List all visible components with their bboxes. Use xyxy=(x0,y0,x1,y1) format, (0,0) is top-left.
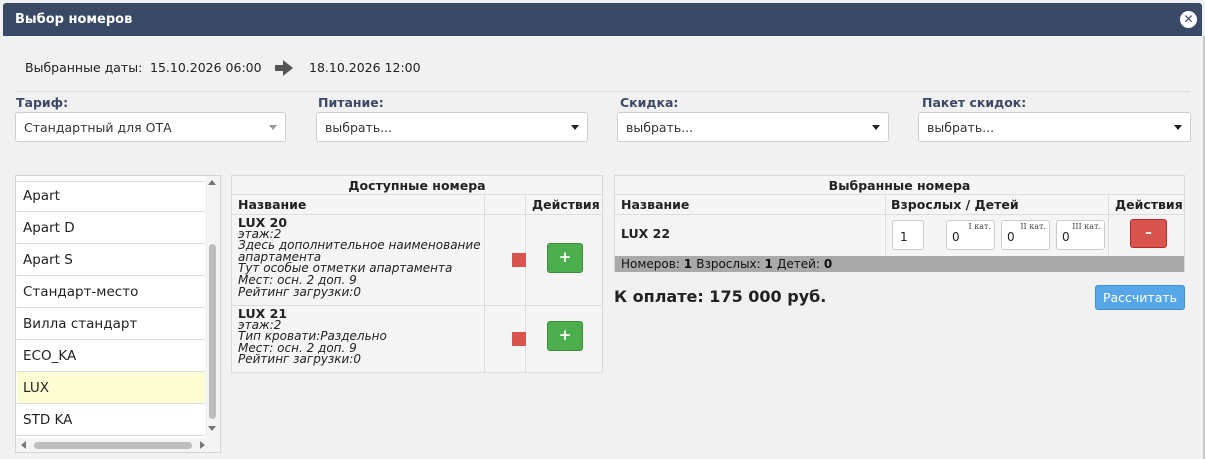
divider xyxy=(885,194,886,256)
divider xyxy=(1108,194,1109,256)
discount-package-value: выбрать... xyxy=(927,120,995,135)
vertical-scrollbar[interactable] xyxy=(205,176,220,438)
calculate-button[interactable]: Рассчитать xyxy=(1095,285,1185,310)
divider xyxy=(15,91,1190,92)
add-room-button[interactable]: + xyxy=(547,321,583,351)
list-item[interactable]: Стандарт-место xyxy=(17,276,206,308)
rooms-count-label: Номеров: xyxy=(621,257,684,271)
adults-count: 1 xyxy=(764,257,778,271)
discount-label: Скидка: xyxy=(620,95,679,110)
tariff-label: Тариф: xyxy=(16,95,69,110)
chevron-down-icon xyxy=(1174,125,1182,130)
status-indicator xyxy=(512,253,526,267)
col-name-header: Название xyxy=(238,197,307,212)
children-cat2-input[interactable]: II кат. 0 xyxy=(1001,220,1050,250)
scroll-thumb[interactable] xyxy=(34,442,192,449)
tariff-select[interactable]: Стандартный для ОТА xyxy=(15,112,286,142)
col-guests-header: Взрослых / Детей xyxy=(891,197,1019,212)
discount-select[interactable]: выбрать... xyxy=(617,112,889,142)
divider xyxy=(232,305,602,306)
remove-room-button[interactable]: – xyxy=(1130,219,1167,248)
children-count: 0 xyxy=(823,257,833,271)
cat-value: 0 xyxy=(1062,230,1070,244)
list-item[interactable]: Apart D xyxy=(17,212,206,244)
status-indicator xyxy=(512,332,526,346)
horizontal-scrollbar[interactable] xyxy=(16,438,220,452)
room-rating: Рейтинг загрузки:0 xyxy=(238,352,362,367)
add-room-button[interactable]: + xyxy=(547,243,583,273)
divider xyxy=(232,214,602,215)
list-item[interactable]: Apart S xyxy=(17,244,206,276)
adults-count-label: Взрослых: xyxy=(696,257,765,271)
selected-rooms-caption: Выбранные номера xyxy=(828,178,971,193)
table-row: LUX 21 этаж:2 Тип кровати:Раздельно Мест… xyxy=(238,307,387,367)
arrow-right-icon xyxy=(275,60,293,76)
list-item[interactable]: Вилла стандарт xyxy=(17,308,206,340)
col-actions-header: Действия xyxy=(1115,197,1183,212)
cat-label: II кат. xyxy=(1020,222,1046,231)
list-item[interactable]: ECO_KA xyxy=(17,340,206,372)
table-row: LUX 20 этаж:2 Здесь дополнительное наиме… xyxy=(238,216,481,299)
meal-value: выбрать... xyxy=(325,120,393,135)
cat-label: I кат. xyxy=(968,222,991,231)
cat-value: 0 xyxy=(952,230,960,244)
dialog-titlebar: Выбор номеров ✕ xyxy=(3,3,1202,36)
scroll-right-icon[interactable] xyxy=(200,441,205,449)
col-name-header: Название xyxy=(621,197,690,212)
chevron-down-icon xyxy=(571,125,579,130)
children-count-label: Детей: xyxy=(777,257,824,271)
cat-value: 0 xyxy=(1007,230,1015,244)
meal-label: Питание: xyxy=(318,95,384,110)
date-from: 15.10.2026 06:00 xyxy=(150,60,262,75)
date-to: 18.10.2026 12:00 xyxy=(309,60,421,75)
list-item[interactable]: Apart xyxy=(17,180,206,212)
discount-value: выбрать... xyxy=(626,120,694,135)
selection-summary: Номеров: 1 Взрослых: 1 Детей: 0 xyxy=(615,256,1184,272)
chevron-down-icon xyxy=(269,125,277,130)
scroll-thumb[interactable] xyxy=(209,244,216,419)
scroll-up-icon[interactable] xyxy=(208,180,216,185)
rooms-count: 1 xyxy=(683,257,697,271)
room-rating: Рейтинг загрузки:0 xyxy=(238,284,362,299)
divider xyxy=(484,194,485,372)
close-icon[interactable]: ✕ xyxy=(1180,11,1197,28)
dates-label: Выбранные даты: xyxy=(25,60,143,75)
tariff-value: Стандартный для ОТА xyxy=(24,120,172,135)
list-item[interactable]: STD KA xyxy=(17,404,206,436)
available-rooms-caption: Доступные номера xyxy=(348,178,486,193)
scroll-left-icon[interactable] xyxy=(21,441,26,449)
selected-rooms-table: Выбранные номера Название Взрослых / Дет… xyxy=(614,175,1185,272)
list-item-active[interactable]: LUX xyxy=(17,372,206,404)
total-price: К оплате: 175 000 руб. xyxy=(614,287,827,306)
discount-package-label: Пакет скидок: xyxy=(922,95,1027,110)
room-type-list: Apart Apart D Apart S Стандарт-место Вил… xyxy=(15,175,221,453)
divider xyxy=(232,372,602,373)
children-cat3-input[interactable]: III кат. 0 xyxy=(1056,220,1105,250)
adults-input[interactable]: 1 xyxy=(892,220,924,250)
discount-package-select[interactable]: выбрать... xyxy=(918,112,1191,142)
chevron-down-icon xyxy=(872,125,880,130)
dialog-title: Выбор номеров xyxy=(15,12,133,27)
children-cat1-input[interactable]: I кат. 0 xyxy=(946,220,995,250)
col-actions-header: Действия xyxy=(532,197,600,212)
cat-label: III кат. xyxy=(1072,222,1101,231)
meal-select[interactable]: выбрать... xyxy=(316,112,588,142)
available-rooms-table: Доступные номера Название Действия LUX 2… xyxy=(231,175,603,373)
selected-room-name: LUX 22 xyxy=(621,226,671,241)
scroll-down-icon[interactable] xyxy=(208,426,216,431)
divider xyxy=(615,214,1184,215)
